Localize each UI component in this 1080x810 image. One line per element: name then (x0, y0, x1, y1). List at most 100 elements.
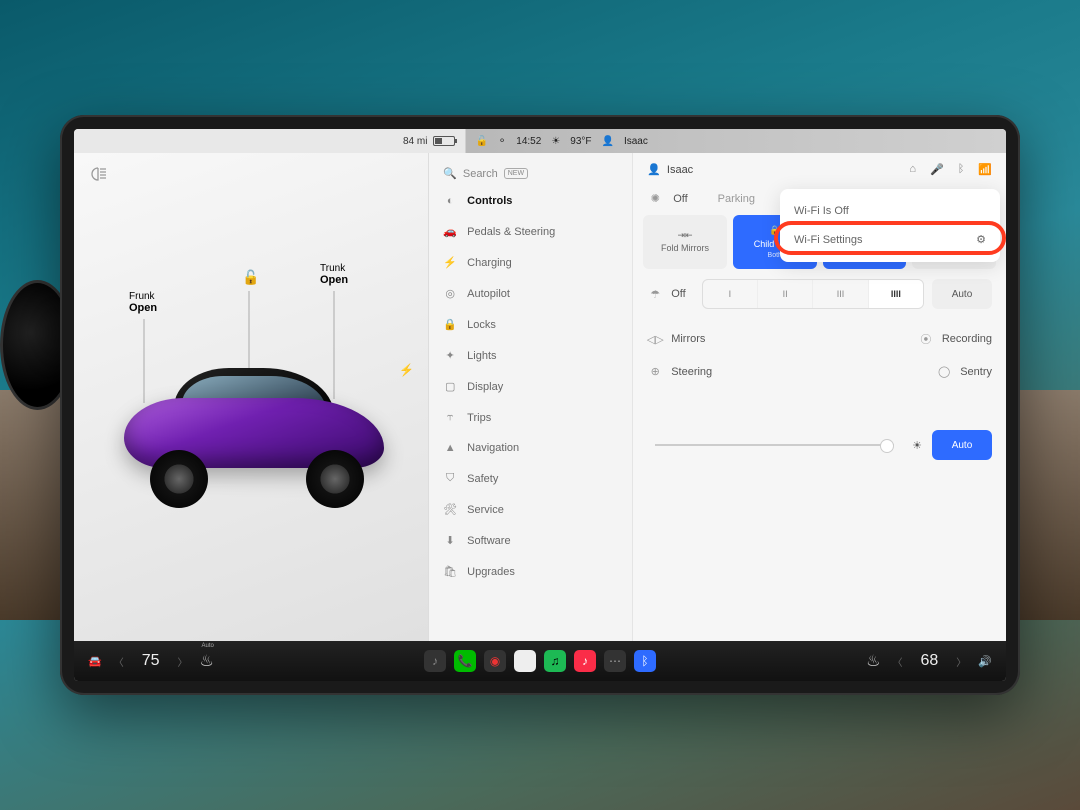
menu-upgrades[interactable]: 🛍Upgrades (429, 556, 632, 587)
search-row[interactable]: 🔍 Search NEW (429, 161, 632, 186)
menu-charging[interactable]: ⚡Charging (429, 247, 632, 278)
profile-label: Isaac (667, 164, 693, 176)
temp-down-right[interactable]: 〈 (891, 654, 905, 669)
temp-up-right[interactable]: 〉 (954, 654, 968, 669)
menu-label: Upgrades (467, 566, 515, 578)
menu-autopilot[interactable]: ◎Autopilot (429, 278, 632, 309)
wifi-status-row[interactable]: Wi-Fi Is Off (780, 197, 1000, 225)
car-render[interactable] (114, 358, 394, 508)
charge-bolt-icon[interactable]: ⚡ (399, 363, 414, 377)
airbag-icon: ⚬ (498, 136, 506, 147)
wiper-speed-2[interactable]: II (757, 280, 812, 308)
bottom-dock: 🚘 〈 75 〉 ♨Auto ♪ 📞 ◉ ♫ ♪ ⋯ ᛒ ♨ 〈 68 〉 🔊 (74, 641, 1006, 681)
menu-label: Safety (467, 473, 498, 485)
menu-label: Trips (467, 412, 491, 424)
profile-icon[interactable]: 👤 (602, 136, 614, 147)
steering-label[interactable]: Steering (671, 366, 712, 378)
cellular-icon[interactable]: 📶 (978, 163, 992, 176)
driver-temp[interactable]: 75 (136, 652, 166, 670)
trunk-state: Open (320, 274, 348, 286)
child-icon: 🔒 (769, 225, 780, 236)
wrench-icon: 🛠 (443, 503, 457, 516)
wifi-settings-row[interactable]: Wi-Fi Settings ⚙ (780, 225, 1000, 254)
bolt-icon: ⚡ (443, 256, 457, 269)
lock-status-icon[interactable]: 🔓 (475, 136, 487, 147)
lights-state[interactable]: Off (673, 193, 687, 205)
trunk-button[interactable]: Trunk Open (320, 263, 348, 286)
frunk-label: Frunk (129, 291, 155, 302)
sentry-label[interactable]: Sentry (960, 366, 992, 378)
bluetooth-icon[interactable]: ᛒ (958, 163, 965, 176)
profile-selector[interactable]: 👤 Isaac (647, 163, 693, 176)
music-app[interactable]: ♪ (424, 650, 446, 672)
wipers-state[interactable]: Off (671, 288, 685, 300)
clock: 14:52 (516, 136, 541, 147)
trips-icon: ⥾ (443, 411, 457, 424)
apple-music-app[interactable]: ♪ (574, 650, 596, 672)
brightness-auto-button[interactable]: Auto (932, 430, 992, 460)
passenger-temp[interactable]: 68 (915, 652, 945, 670)
tile-label: Fold Mirrors (661, 244, 709, 254)
display-icon: ▢ (443, 380, 457, 393)
mic-icon[interactable]: 🎤 (930, 163, 944, 176)
menu-service[interactable]: 🛠Service (429, 494, 632, 525)
brightness-slider[interactable] (655, 444, 894, 446)
menu-label: Locks (467, 319, 496, 331)
wipers-auto-button[interactable]: Auto (932, 279, 992, 309)
menu-display[interactable]: ▢ Display (429, 371, 632, 402)
record-app[interactable]: ◉ (484, 650, 506, 672)
more-apps[interactable]: ⋯ (604, 650, 626, 672)
recording-label[interactable]: Recording (942, 333, 992, 345)
battery-icon (433, 136, 455, 146)
bluetooth-app[interactable]: ᛒ (634, 650, 656, 672)
spotify-app[interactable]: ♫ (544, 650, 566, 672)
car-dock-icon[interactable]: 🚘 (88, 655, 102, 668)
profile-name[interactable]: Isaac (624, 136, 648, 147)
wiper-speed-segment[interactable]: I II III IIII (702, 279, 924, 309)
seat-heat-right[interactable]: ♨ (866, 651, 880, 671)
lights-mode[interactable]: Parking (718, 193, 755, 205)
wiper-speed-4[interactable]: IIII (868, 280, 923, 308)
frunk-button[interactable]: Frunk Open (129, 291, 157, 314)
seat-heat-left[interactable]: ♨Auto (200, 651, 214, 671)
headlight-icon[interactable] (88, 167, 108, 181)
volume-icon[interactable]: 🔊 (978, 655, 992, 668)
outside-temp: 93°F (570, 136, 591, 147)
menu-trips[interactable]: ⥾ Trips (429, 402, 632, 433)
steering-adjust-icon: ⊕ (647, 365, 663, 378)
fold-mirrors-tile[interactable]: ⇥⇤ Fold Mirrors (643, 215, 727, 269)
menu-label: Controls (467, 195, 512, 207)
frunk-state: Open (129, 302, 157, 314)
mirror-adjust-icon: ◁▷ (647, 333, 663, 346)
gear-icon: ⚙ (976, 233, 986, 246)
wiper-speed-1[interactable]: I (703, 280, 757, 308)
phone-app[interactable]: 📞 (454, 650, 476, 672)
menu-label: Display (467, 381, 503, 393)
menu-navigation[interactable]: ▲Navigation (429, 433, 632, 463)
wifi-dropdown: Wi-Fi Is Off Wi-Fi Settings ⚙ (780, 189, 1000, 262)
range-text: 84 mi (403, 136, 427, 147)
home-icon[interactable]: ⌂ (909, 163, 916, 176)
menu-locks[interactable]: 🔒Locks (429, 309, 632, 340)
sentry-icon: ◯ (936, 365, 952, 378)
menu-lights[interactable]: ✦Lights (429, 340, 632, 371)
settings-sidebar: 🔍 Search NEW ◐Controls 🚗Pedals & Steerin… (428, 153, 633, 641)
unlock-icon[interactable]: 🔓 (242, 269, 259, 286)
steering-icon: ◎ (443, 287, 457, 300)
trunk-label: Trunk (320, 263, 345, 274)
menu-controls[interactable]: ◐Controls (429, 186, 632, 216)
temp-down-left[interactable]: 〈 (112, 654, 126, 669)
nav-icon: ▲ (443, 442, 457, 454)
controls-panel: 👤 Isaac ⌂ 🎤 ᛒ 📶 Wi-Fi Is Off Wi-Fi Setti… (633, 153, 1006, 641)
menu-pedals[interactable]: 🚗Pedals & Steering (429, 216, 632, 247)
wiper-icon: ☂ (647, 288, 663, 301)
menu-safety[interactable]: ⛉Safety (429, 463, 632, 494)
car-view: Frunk Open Trunk Open 🔓 ⚡ (74, 153, 428, 641)
temp-up-left[interactable]: 〉 (176, 654, 190, 669)
wiper-speed-3[interactable]: III (812, 280, 867, 308)
mirrors-label[interactable]: Mirrors (671, 333, 705, 345)
car-icon: 🚗 (443, 225, 457, 238)
menu-label: Lights (467, 350, 496, 362)
menu-software[interactable]: ⬇Software (429, 525, 632, 556)
calendar-app[interactable] (514, 650, 536, 672)
